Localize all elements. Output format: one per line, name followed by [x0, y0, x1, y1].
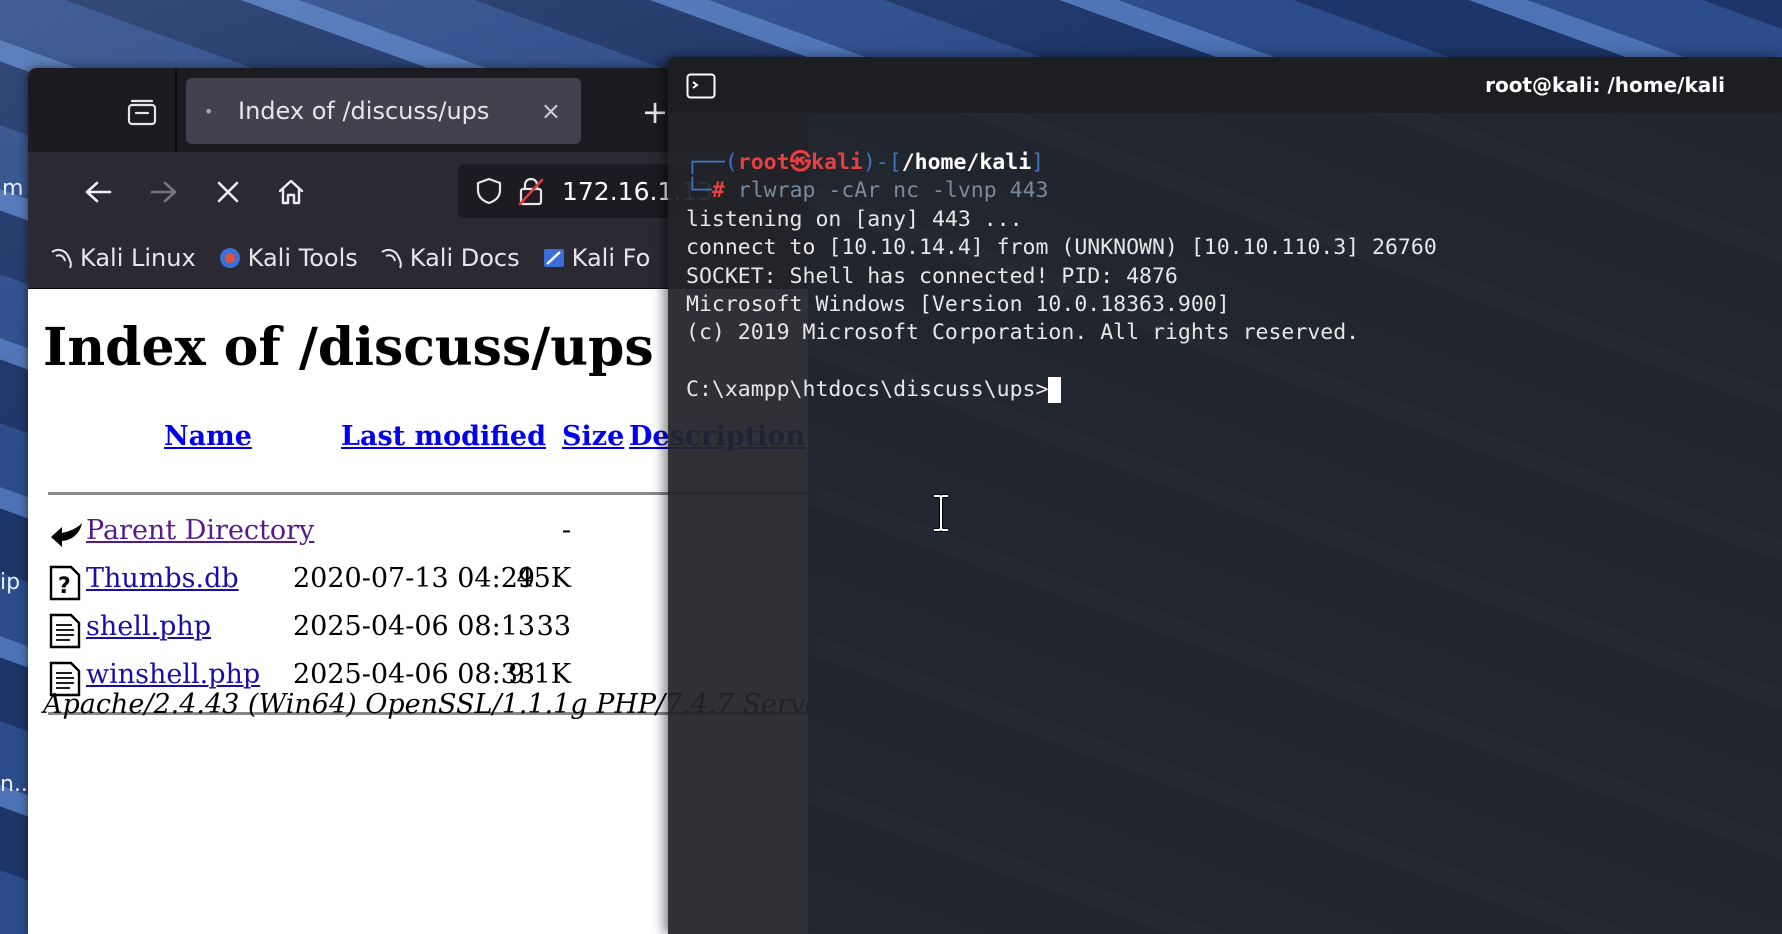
back-button[interactable] — [76, 170, 120, 214]
bookmark-label: Kali Tools — [247, 244, 358, 272]
prompt-host: kali — [811, 150, 863, 175]
terminal-output[interactable]: ┌──(root㉿kali)-[/home/kali] └─# rlwrap -c… — [686, 149, 1772, 405]
tab-separator — [175, 68, 177, 152]
prompt-user: root — [737, 150, 790, 175]
file-size: - — [561, 515, 571, 546]
file-size: 33 — [536, 611, 571, 642]
output-line: connect to [10.10.14.4] from (UNKNOWN) [… — [686, 235, 1437, 261]
kali-forums-icon — [543, 249, 564, 267]
shell-prompt: C:\xampp\htdocs\discuss\ups> — [686, 377, 1049, 403]
output-line: SOCKET: Shell has connected! PID: 4876 — [686, 263, 1178, 289]
tab-loading-indicator: • — [204, 101, 214, 121]
terminal-titlebar[interactable]: root@kali: /home/kali — [668, 57, 1782, 113]
tab-list-button[interactable] — [120, 90, 164, 134]
column-header-name[interactable]: Name — [164, 421, 252, 452]
file-link[interactable]: winshell.php — [86, 659, 260, 690]
tab-list-icon — [127, 99, 157, 126]
kali-tools-icon — [219, 248, 240, 268]
terminal-title: root@kali: /home/kali — [1485, 73, 1725, 97]
text-cursor — [1048, 377, 1062, 404]
stop-button[interactable] — [206, 170, 250, 214]
prompt-frame: )-[ — [862, 150, 902, 175]
bookmark-kali-tools[interactable]: Kali Tools — [218, 244, 358, 272]
prompt-frame: ] — [1031, 150, 1045, 175]
mouse-ibeam-cursor-icon — [934, 494, 948, 532]
output-line: listening on [any] 443 ... — [686, 206, 1023, 232]
insecure-lock-icon[interactable] — [518, 176, 544, 206]
bookmark-label: Kali Docs — [409, 244, 520, 272]
unknown-file-icon: ? — [49, 565, 81, 601]
terminal-icon — [686, 73, 716, 99]
prompt-frame: ┌──( — [686, 150, 738, 175]
page-title: Index of /discuss/ups — [43, 317, 654, 378]
bookmark-label: Kali Fo — [571, 244, 651, 272]
home-button[interactable] — [269, 170, 313, 214]
bookmark-kali-forums[interactable]: Kali Fo — [542, 244, 651, 272]
file-size: 45K — [516, 563, 571, 594]
bookmark-label: Kali Linux — [80, 244, 196, 272]
terminal-window: root@kali: /home/kali ┌──(root㉿kali)-[/h… — [668, 57, 1782, 934]
desktop-icon-label[interactable]: m — [2, 176, 23, 201]
file-link[interactable]: Parent Directory — [86, 515, 314, 546]
bookmark-kali-docs[interactable]: Kali Docs — [380, 244, 520, 272]
arrow-left-icon — [85, 181, 112, 203]
output-line: Microsoft Windows [Version 10.0.18363.90… — [686, 292, 1230, 318]
svg-text:?: ? — [58, 574, 71, 599]
kali-dragon-icon — [381, 248, 402, 269]
prompt-frame: └─ — [686, 178, 712, 204]
prompt-at-symbol: ㉿ — [789, 150, 812, 175]
prompt-line: ┌──(root㉿kali)-[/home/kali] — [686, 149, 1772, 177]
forward-button[interactable] — [142, 170, 186, 214]
terminal-command: rlwrap -cAr nc -lvnp 443 — [737, 178, 1049, 204]
bookmark-kali-linux[interactable]: Kali Linux — [50, 244, 196, 272]
tab-close-icon[interactable]: × — [541, 97, 561, 125]
shell-prompt-line: C:\xampp\htdocs\discuss\ups> — [686, 376, 1772, 404]
tab-title: Index of /discuss/ups — [238, 97, 490, 125]
prompt-hash: # — [711, 178, 725, 204]
kali-dragon-icon — [51, 248, 72, 269]
desktop-icon-label[interactable]: ip — [0, 570, 20, 595]
home-icon — [278, 179, 304, 205]
back-icon — [51, 523, 82, 547]
shield-icon — [476, 177, 502, 205]
command-line: └─# rlwrap -cAr nc -lvnp 443 — [686, 177, 1772, 205]
file-link[interactable]: Thumbs.db — [86, 563, 239, 594]
file-link[interactable]: shell.php — [86, 611, 211, 642]
output-line: (c) 2019 Microsoft Corporation. All righ… — [686, 320, 1360, 346]
prompt-path: /home/kali — [901, 150, 1032, 175]
arrow-right-icon — [150, 181, 177, 203]
close-icon — [217, 181, 239, 203]
text-file-icon — [49, 613, 81, 649]
file-size: 9.1K — [507, 659, 571, 690]
column-header-size[interactable]: Size — [562, 421, 624, 452]
column-header-last-modified[interactable]: Last modified — [341, 421, 546, 452]
tab-active[interactable]: • Index of /discuss/ups × — [186, 78, 581, 144]
